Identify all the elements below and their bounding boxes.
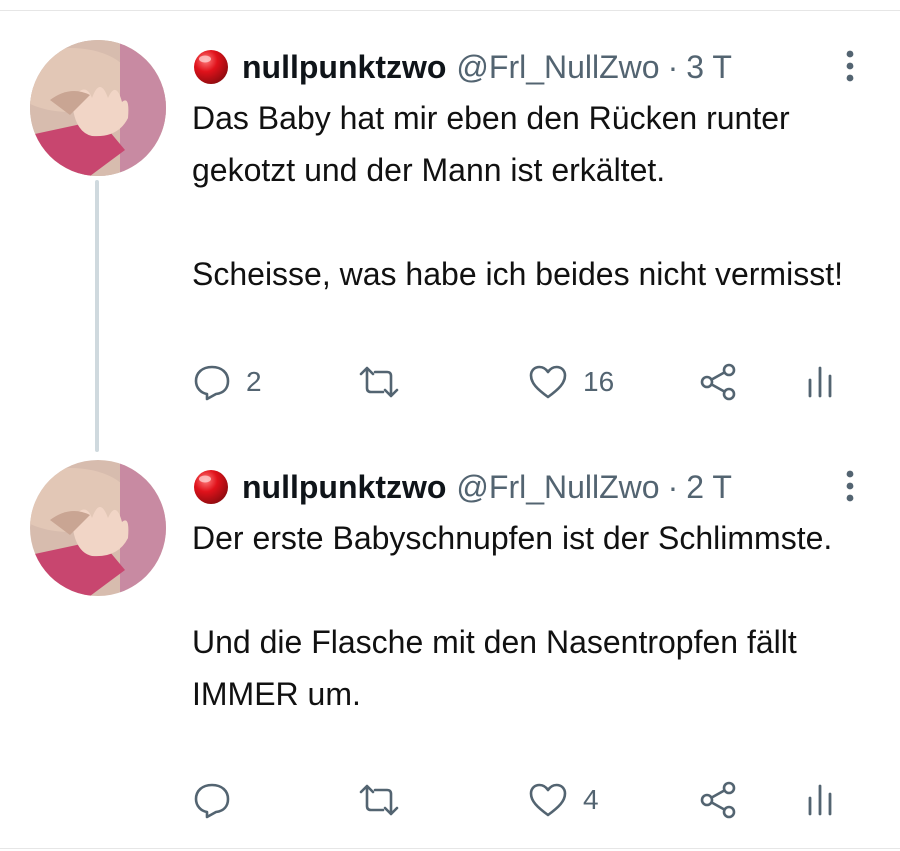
reply-icon [194, 783, 230, 819]
retweet-button[interactable] [357, 776, 415, 824]
tweet-paragraph: Der erste Babyschnupfen ist der Schlimms… [192, 520, 833, 556]
analytics-button[interactable] [800, 776, 840, 824]
timestamp[interactable]: 2 T [686, 469, 732, 506]
retweet-button[interactable] [357, 358, 415, 406]
red-circle-icon [194, 470, 228, 504]
tweet-header: nullpunktzwo @Frl_NullZwo · 3 T [192, 44, 732, 90]
separator-dot: · [667, 468, 679, 505]
tweet-header: nullpunktzwo @Frl_NullZwo · 2 T [192, 464, 732, 510]
reply-button[interactable]: 2 [192, 358, 262, 406]
heart-icon [529, 365, 567, 399]
timestamp[interactable]: 3 T [686, 49, 732, 86]
author-name[interactable]: nullpunktzwo [242, 49, 446, 86]
tweet[interactable]: nullpunktzwo @Frl_NullZwo · 3 T Das Baby… [0, 38, 900, 458]
like-count: 16 [583, 366, 615, 397]
tweet-paragraph: Scheisse, was habe ich beides nicht verm… [192, 256, 843, 292]
tweet-paragraph: Das Baby hat mir eben den Rücken runter … [192, 100, 790, 188]
separator-dot: · [667, 48, 679, 85]
avatar-photo [30, 40, 166, 176]
bottom-divider [0, 848, 900, 849]
red-circle-icon [194, 50, 228, 84]
reply-button[interactable] [192, 776, 246, 824]
share-button[interactable] [697, 358, 741, 406]
action-bar: 4 [192, 776, 872, 824]
share-icon [700, 363, 736, 401]
top-divider [0, 10, 900, 11]
reply-count: 2 [246, 366, 262, 397]
analytics-icon [808, 366, 832, 398]
analytics-button[interactable] [800, 358, 840, 406]
tweet-text: Der erste Babyschnupfen ist der Schlimms… [192, 512, 882, 720]
retweet-icon [359, 366, 399, 398]
heart-icon [529, 783, 567, 817]
more-options-icon[interactable] [838, 466, 862, 506]
share-icon [700, 781, 736, 819]
action-bar: 2 16 [192, 358, 872, 406]
author-name[interactable]: nullpunktzwo [242, 469, 446, 506]
like-count: 4 [583, 784, 599, 815]
author-handle[interactable]: @Frl_NullZwo [456, 49, 659, 86]
analytics-icon [808, 784, 832, 816]
tweet-paragraph: Und die Flasche mit den Nasentropfen fäl… [192, 624, 797, 712]
more-options-icon[interactable] [838, 46, 862, 86]
retweet-icon [359, 784, 399, 816]
avatar[interactable] [30, 40, 166, 176]
like-button[interactable]: 4 [527, 776, 599, 824]
avatar[interactable] [30, 460, 166, 596]
avatar-photo [30, 460, 166, 596]
tweet[interactable]: nullpunktzwo @Frl_NullZwo · 2 T Der erst… [0, 458, 900, 848]
share-button[interactable] [697, 776, 741, 824]
tweet-text: Das Baby hat mir eben den Rücken runter … [192, 92, 882, 300]
like-button[interactable]: 16 [527, 358, 614, 406]
author-handle[interactable]: @Frl_NullZwo [456, 469, 659, 506]
reply-icon [194, 365, 230, 401]
